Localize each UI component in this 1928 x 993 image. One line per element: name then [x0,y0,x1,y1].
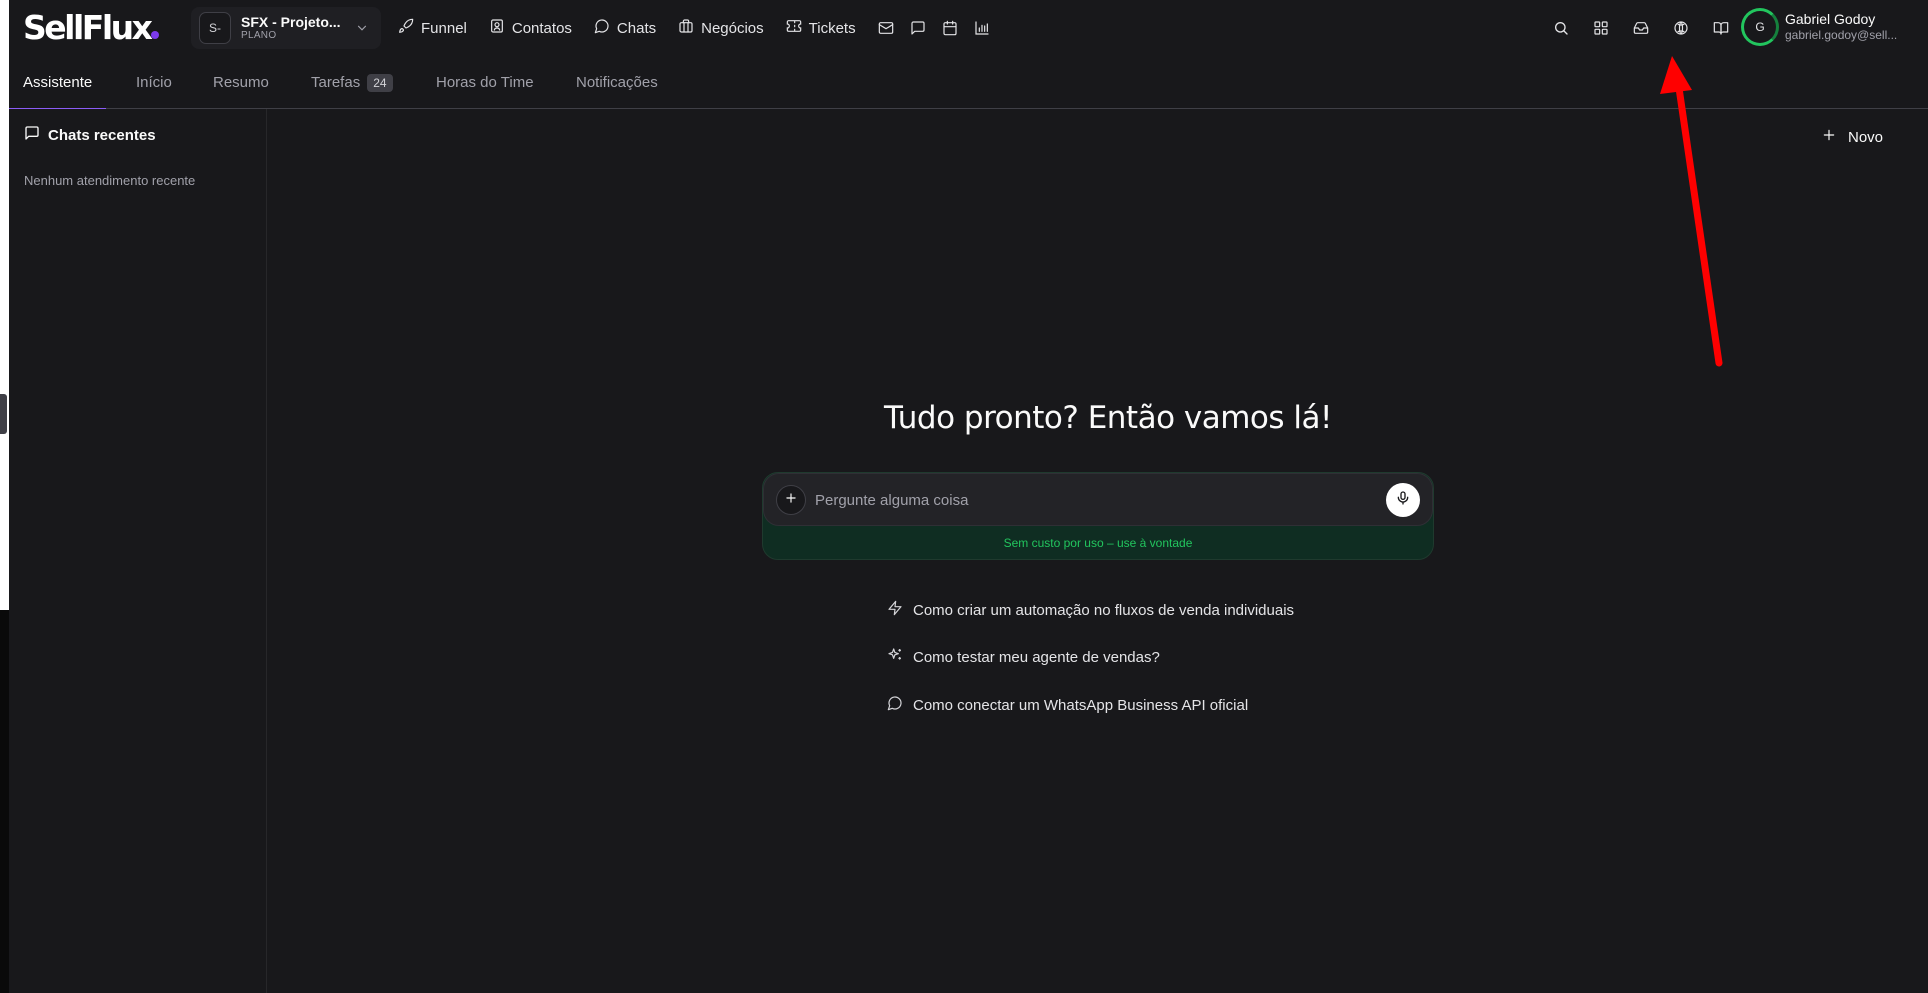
nav-label: Negócios [701,19,764,37]
contact-card-icon [489,18,512,38]
app-window: SellFlux S- SFX - Projeto... PLANO Funne… [8,0,1928,993]
workspace-plan: PLANO [241,30,277,41]
sidebar-title: Chats recentes [24,125,156,145]
nav-chats[interactable]: Chats [594,18,656,38]
user-menu[interactable]: G Gabriel Godoy gabriel.godoy@sell... [1741,8,1897,46]
top-bar: SellFlux S- SFX - Projeto... PLANO Funne… [9,0,1928,56]
tab-resumo[interactable]: Resumo [213,56,269,109]
plus-icon [1822,128,1848,146]
tab-inicio[interactable]: Início [136,56,172,109]
avatar: G [1741,8,1779,46]
recent-chats-sidebar: Chats recentes Nenhum atendimento recent… [9,109,267,993]
nav-negocios[interactable]: Negócios [678,18,764,38]
user-email: gabriel.godoy@sell... [1785,28,1898,42]
bar-chart-icon[interactable] [974,20,990,36]
workspace-switcher[interactable]: S- SFX - Projeto... PLANO [191,7,381,49]
empty-state-text: Nenhum atendimento recente [24,173,196,188]
page-title: Tudo pronto? Então vamos lá! [884,400,1332,436]
task-count-badge: 24 [367,73,393,92]
main-nav: Funnel Contatos Chats Negócios Tickets [398,0,1006,56]
resize-handle[interactable] [0,394,7,434]
nav-label: Tickets [808,19,856,37]
nav-label: Contatos [511,19,572,37]
search-icon[interactable] [1541,8,1581,48]
suggestion-label: Como testar meu agente de vendas? [913,648,1160,666]
plus-icon [784,491,798,510]
nav-label: Funnel [421,19,467,37]
rocket-icon [398,18,421,38]
nav-tickets[interactable]: Tickets [786,18,856,38]
sidebar-title-label: Chats recentes [48,126,156,144]
workspace-name: SFX - Projeto... [241,14,341,30]
chevron-down-icon [355,21,369,40]
chat-composer: Sem custo por uso – use à vontade [762,472,1434,560]
tab-assistente[interactable]: Assistente [8,56,107,110]
page-tabs: Assistente Início Resumo Tarefas 24 Hora… [8,56,1928,110]
new-chat-label: Novo [1848,128,1884,146]
suggestion-item[interactable]: Como conectar um WhatsApp Business API o… [887,695,1248,715]
sparkles-icon [887,647,913,667]
nav-funnel[interactable]: Funnel [398,18,467,38]
message-square-icon [24,125,48,145]
logo-dot [151,31,160,39]
new-chat-button[interactable]: Novo [1822,128,1883,146]
suggestion-item[interactable]: Como testar meu agente de vendas? [887,647,1160,667]
ask-input[interactable] [815,484,1375,516]
briefcase-icon [678,18,701,38]
nav-contatos[interactable]: Contatos [489,18,572,38]
window-edge-light [0,0,9,610]
suggestion-label: Como conectar um WhatsApp Business API o… [913,696,1249,714]
tab-tarefas[interactable]: Tarefas 24 [311,56,393,109]
tab-label: Tarefas [311,74,361,91]
book-icon[interactable] [1701,8,1741,48]
chat-bubble-icon [887,695,913,715]
logo[interactable]: SellFlux [23,9,160,47]
composer-box [763,473,1433,526]
tab-notificacoes[interactable]: Notificações [576,56,658,109]
window-edge [0,0,9,993]
voice-input-button[interactable] [1386,483,1420,517]
chat-bubble-icon [594,18,617,38]
usage-note: Sem custo por uso – use à vontade [1003,536,1193,550]
grid-icon[interactable] [1581,8,1621,48]
workspace-avatar: S- [199,12,231,44]
nav-label: Chats [616,19,657,37]
tab-horas-do-time[interactable]: Horas do Time [436,56,534,109]
suggestion-item[interactable]: Como criar um automação no fluxos de ven… [887,600,1294,620]
user-name: Gabriel Godoy [1785,11,1876,27]
mail-icon[interactable] [878,20,894,36]
calendar-icon[interactable] [942,20,958,36]
ticket-icon [786,18,809,38]
inbox-icon[interactable] [1621,8,1661,48]
right-toolbar [1541,0,1741,56]
microphone-icon [1395,490,1411,511]
attach-button[interactable] [776,485,806,515]
zap-icon [887,600,913,620]
message-square-icon[interactable] [910,20,926,36]
suggestion-label: Como criar um automação no fluxos de ven… [913,601,1295,619]
globe-icon[interactable] [1661,8,1701,48]
